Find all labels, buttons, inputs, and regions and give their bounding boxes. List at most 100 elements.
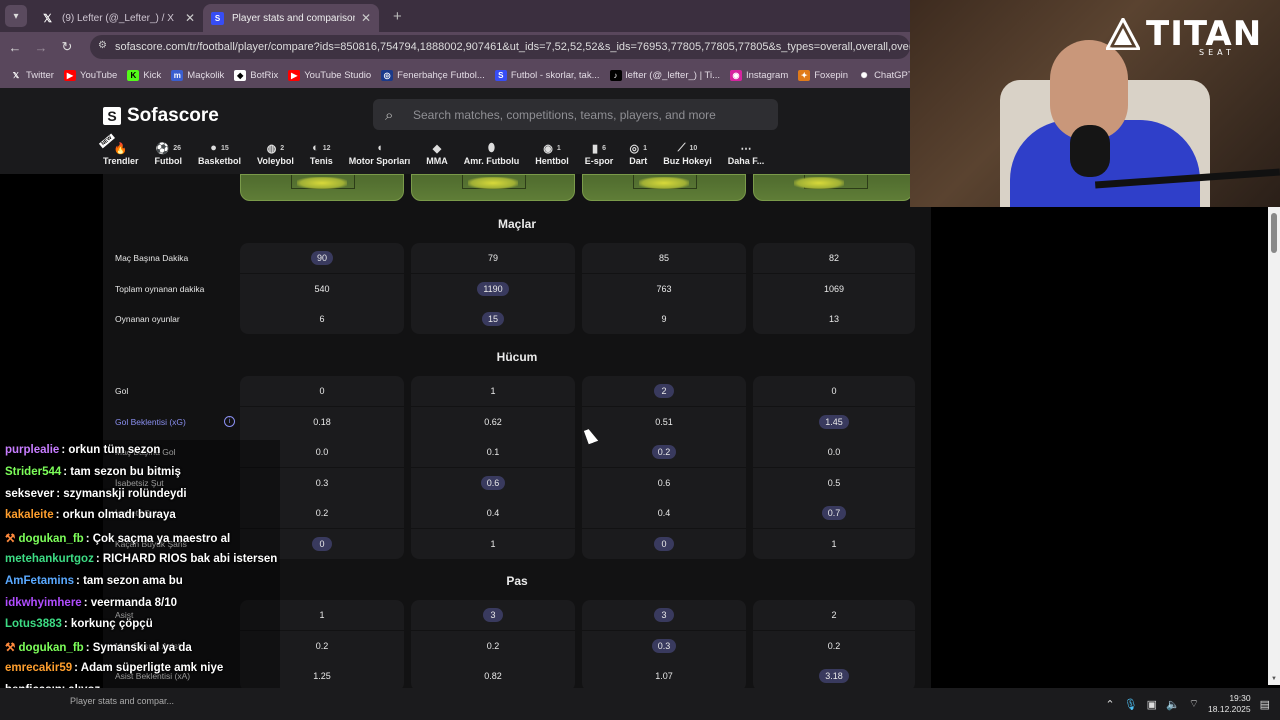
chat-text: tam sezon ama bu [83,574,183,587]
stat-value: 0.6 [480,475,506,490]
bookmark-instagram[interactable]: ◉ Instagram [730,69,788,81]
stat-row: Maç Başına Dakika 90 79 85 82 [103,243,931,273]
stat-value-player-4: 3.18 [753,661,915,688]
display-icon[interactable]: ▣ [1147,698,1157,711]
stat-label[interactable]: Gol Beklentisi (xG) [115,407,186,437]
bookmark-foxepin[interactable]: ✦ Foxepin [798,69,849,81]
stat-value: 0.2 [315,508,329,518]
sport-tab-5[interactable]: ◖ Motor Sporları [349,140,411,166]
forward-button[interactable]: → [30,40,52,55]
bookmark-tiktok[interactable]: ♪ lefter (@_lefter_) | Ti... [609,69,720,81]
sport-count: 6 [602,144,606,152]
stat-value: 0.4 [486,508,500,518]
sport-count: 1 [556,144,561,152]
stat-value: 0.0 [827,447,841,457]
bookmark-fenerbahce[interactable]: ◎ Fenerbahçe Futbol... [381,69,485,81]
stat-row: Gol 0 1 2 0 [103,376,931,406]
bookmark-youtube[interactable]: ▶ YouTube [63,69,117,81]
chat-username: purplealie [5,444,60,456]
basketball-icon: ● [210,142,217,154]
sport-label: MMA [426,156,448,166]
heatmap [753,174,913,201]
chat-message: seksever: szymanskji rolündeydi [5,487,187,500]
stat-value: 0 [319,386,325,396]
mackolik-icon: m [171,69,184,81]
sport-tab-6[interactable]: ◆ MMA [426,140,448,167]
heatmap [582,174,746,201]
new-tab-button[interactable]: + [393,8,402,25]
stat-value-player-1: 0.18 [240,406,404,437]
stat-label: Oynanan oyunlar [115,314,180,324]
stat-value: 0.2 [315,640,329,651]
sport-tab-2[interactable]: ● 15 Basketbol [198,140,241,166]
clock[interactable]: 19:30 18.12.2025 [1208,693,1251,715]
sport-tab-11[interactable]: ⟋ 10 Buz Hokeyi [663,140,712,167]
sport-tab-9[interactable]: ▮ 6 E-spor [585,140,614,167]
stat-value: 2 [831,610,837,620]
sport-count: 15 [220,144,229,152]
sport-tab-7[interactable]: ⬮ Amr. Futbolu [464,140,520,167]
sport-tab-8[interactable]: ◉ 1 Hentbol [535,140,569,167]
titan-logo-icon [1106,18,1140,50]
sofascore-logo-icon: S [103,107,121,125]
microphone-tray-icon[interactable]: 🎙 [1124,698,1138,711]
stat-value-player-3: 85 [582,243,746,273]
tab-sofascore[interactable]: S Player stats and comparison to ✕ [203,4,379,32]
back-button[interactable]: ← [4,40,26,55]
chevron-up-icon[interactable]: ⌃ [1105,698,1114,711]
sport-tab-12[interactable]: ⋯ Daha F... [728,140,765,167]
x-icon: 𝕏 [12,70,20,80]
tab-x[interactable]: 𝕏 (9) Lefter (@_Lefter_) / X ✕ [33,4,203,32]
network-icon[interactable]: ⌔ [1189,697,1199,711]
scrollbar-thumb[interactable] [1271,213,1277,253]
chat-message: Strider544: tam sezon bu bitmiş [5,465,181,478]
stat-value: 13 [828,314,839,324]
sofascore-logo[interactable]: S Sofascore [103,105,219,127]
close-icon[interactable]: ✕ [185,11,195,25]
bookmark-botrix[interactable]: ◆ BotRix [234,69,278,81]
page-scrollbar[interactable]: ▲▼ [1268,195,1280,685]
stat-value-player-3: 0.3 [582,630,746,661]
stat-value-player-3: 0.2 [582,437,746,467]
youtube-icon: ▶ [63,69,76,81]
chat-message: kakaleite: orkun olmadı buraya [5,509,176,522]
stat-value-player-4: 0 [753,376,915,406]
sport-label: Buz Hokeyi [663,156,712,166]
search-input[interactable]: ⌕ Search matches, competitions, teams, p… [373,99,778,130]
chat-username: dogukan_fb [18,533,84,546]
glove-icon: ◆ [432,142,442,155]
bookmark-twitter[interactable]: 𝕏 Twitter [10,70,54,81]
tab-search-button[interactable]: ▾ [5,5,27,27]
bookmark-chatgpt[interactable]: ✺ ChatGPT [858,70,910,81]
sport-count: 10 [689,144,698,152]
info-icon[interactable]: i [224,415,235,427]
sport-tab-10[interactable]: ◎ 1 Dart [629,140,647,167]
url-field[interactable]: ⚙ sofascore.com/tr/football/player/compa… [90,35,910,59]
sport-tab-4[interactable]: ◐ 12 Tenis [310,140,333,166]
stat-value-player-4: 0.7 [753,498,915,528]
sport-tab-3[interactable]: ◍ 2 Voleybol [257,140,294,167]
bookmark-mackolik[interactable]: m Maçkolik [171,69,224,81]
bookmark-futbol[interactable]: S Futbol - skorlar, tak... [494,69,600,81]
url-text: sofascore.com/tr/football/player/compare… [114,41,910,53]
tab-title: Player stats and comparison to [232,12,355,24]
reload-button[interactable]: ↻ [56,39,78,55]
sport-label: Tenis [309,156,333,166]
chatgpt-icon: ✺ [860,70,868,80]
stat-value: 0.5 [827,477,841,488]
bookmark-label: lefter (@_lefter_) | Ti... [625,69,720,81]
notification-icon[interactable]: ▤ [1260,698,1270,711]
logo-text: Sofascore [127,105,219,126]
sport-tab-1[interactable]: ⚽ 26 Futbol [155,140,183,167]
bookmark-youtube-studio[interactable]: ▶ YouTube Studio [288,69,371,81]
bookmark-label: Foxepin [814,69,849,81]
close-icon[interactable]: ✕ [361,11,371,25]
microphone-icon [1070,125,1110,177]
stat-value: 2 [654,384,674,398]
site-info-icon[interactable]: ⚙ [98,40,107,54]
bookmark-kick[interactable]: K Kick [127,69,161,81]
botrix-icon: ◆ [234,69,247,81]
volume-icon[interactable]: 🔈 [1166,698,1180,711]
sport-tab-0[interactable]: 🔥 Trendler NEW [98,133,139,166]
taskbar-window-label[interactable]: Player stats and compar... [70,696,174,706]
